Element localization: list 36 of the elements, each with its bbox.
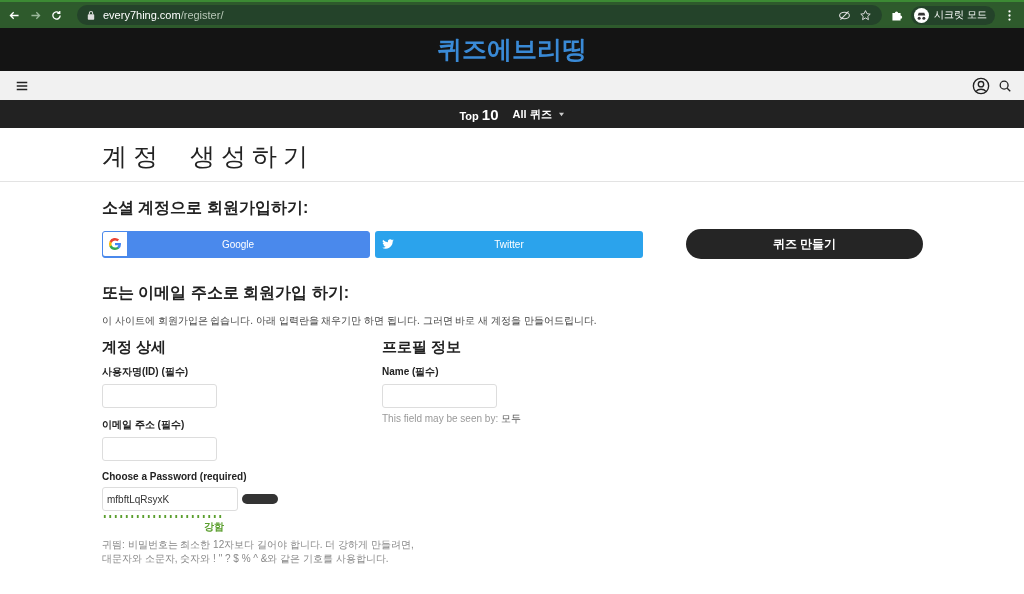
email-field[interactable] <box>102 437 217 461</box>
name-field[interactable] <box>382 384 497 408</box>
address-bar[interactable]: every7hing.com/register/ <box>77 5 883 25</box>
section-heading: 소셜 계정으로 회원가입하기: <box>102 198 310 218</box>
visibility-link[interactable]: 모두 <box>500 413 521 424</box>
make-quiz-button[interactable]: 퀴즈 만들기 <box>686 229 923 259</box>
field-label: Choose a Password (required) <box>102 471 248 482</box>
section-heading: 계정 상세 <box>102 338 168 357</box>
section-heading: 프로필 정보 <box>382 338 463 357</box>
star-icon[interactable] <box>859 8 873 22</box>
toggle-button[interactable] <box>242 494 278 504</box>
username-field[interactable] <box>102 384 217 408</box>
eye-slash-icon[interactable] <box>838 8 852 22</box>
site-logo[interactable]: 퀴즈에브리띵 <box>437 33 587 66</box>
page-title: 계정 생성하기 <box>102 141 315 172</box>
field-label: 이메일 주소 (필수) <box>102 418 186 432</box>
lock-icon <box>87 10 95 20</box>
visibility-label: This field may be seen by: <box>382 413 499 424</box>
google-icon <box>103 232 127 256</box>
profile-chip[interactable]: 시크릿 모드 <box>911 5 995 25</box>
section-heading: 또는 이메일 주소로 회원가입 하기: <box>102 283 351 303</box>
password-field[interactable]: mfbftLqRsyxK <box>102 487 238 511</box>
strength-label: 강함 <box>203 520 224 534</box>
intro-text: 이 사이트에 회원가입은 쉽습니다. 아래 입력란을 채우기만 하면 됩니다. 그러면 바로 새 계정을 만들어드립니다. <box>102 314 598 328</box>
bird-icon <box>381 237 395 251</box>
field-label: Name (필수) <box>382 365 440 379</box>
search-icon[interactable] <box>998 78 1012 93</box>
top-ten-link[interactable]: Top 10 <box>459 105 499 123</box>
all-quizzes-menu[interactable]: All 퀴즈 <box>512 106 565 122</box>
user-icon[interactable] <box>972 76 990 95</box>
puzzle-icon[interactable] <box>890 8 904 22</box>
incognito-icon <box>914 7 930 23</box>
caret-icon <box>557 111 565 117</box>
reload-icon[interactable] <box>50 8 63 22</box>
field-label: 사용자명(ID) (필수) <box>102 365 190 379</box>
password-hint: 귀띔: 비밀번호는 최소한 12자보다 길어야 합니다. 더 강하게 만들려면, 대문자와 소문자, 숫자와 ! " ? $ % ^ &와 같은 기호를 사용합니다. <box>102 538 414 566</box>
